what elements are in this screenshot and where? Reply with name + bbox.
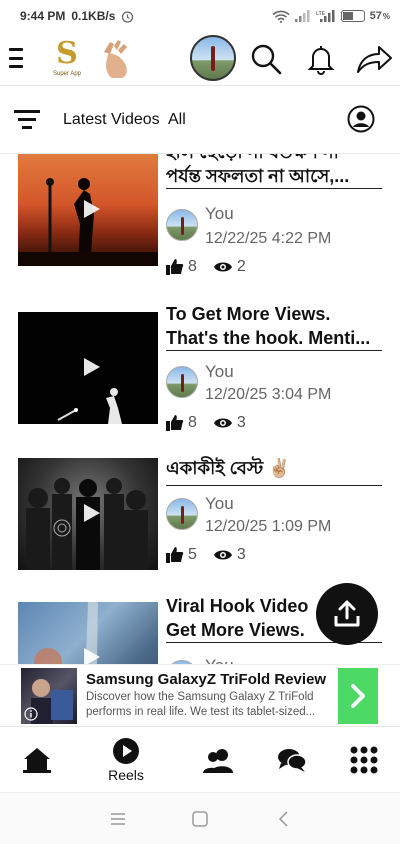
view-count: 2 <box>236 258 246 275</box>
nav-reels-label: Reels <box>108 767 144 783</box>
battery-level: 57 <box>369 10 382 22</box>
eye-icon <box>213 262 232 272</box>
bottom-navigation: Reels <box>0 726 400 792</box>
profile-avatar[interactable] <box>190 35 236 81</box>
back-icon[interactable] <box>274 809 294 829</box>
video-stats: 8 3 <box>166 414 262 432</box>
view-count: 3 <box>236 546 246 563</box>
nav-reels[interactable]: Reels <box>100 727 152 793</box>
hamburger-icon[interactable] <box>9 48 23 68</box>
share-icon[interactable] <box>355 42 393 76</box>
play-icon <box>84 200 100 218</box>
recents-icon[interactable] <box>108 809 128 829</box>
battery-icon <box>340 10 365 22</box>
like-count: 5 <box>188 546 197 563</box>
upload-icon <box>334 600 360 627</box>
play-circle-icon <box>113 738 139 764</box>
search-icon[interactable] <box>249 42 283 76</box>
hand-icon[interactable] <box>94 38 134 80</box>
apps-grid-icon <box>350 746 378 774</box>
upload-button[interactable] <box>316 583 378 645</box>
nav-friends[interactable] <box>198 727 238 793</box>
thumbs-up-icon[interactable] <box>166 414 184 432</box>
video-title[interactable]: একাকীই বেস্ট ✌🏼 <box>166 456 382 486</box>
video-title[interactable]: হাল ছেড়ো না যতক্ষণ না পর্যন্ত সফলতা না … <box>166 154 382 189</box>
post-date: 12/22/25 4:22 PM <box>205 230 332 247</box>
people-icon <box>203 749 233 773</box>
author-avatar[interactable] <box>166 498 198 530</box>
video-thumbnail[interactable] <box>18 154 158 266</box>
author-name: You <box>205 362 234 381</box>
like-count: 8 <box>188 414 197 431</box>
thumbs-up-icon[interactable] <box>166 258 184 276</box>
view-count: 3 <box>236 414 246 431</box>
home-icon <box>23 748 51 773</box>
video-thumbnail[interactable] <box>18 312 158 424</box>
author-avatar[interactable] <box>166 366 198 398</box>
video-thumbnail[interactable] <box>18 458 158 570</box>
ad-image[interactable] <box>21 668 77 724</box>
all-tab[interactable]: All <box>168 111 186 129</box>
post-date: 12/20/25 3:04 PM <box>205 386 332 403</box>
like-count: 8 <box>188 258 197 275</box>
chevron-right-icon <box>351 684 365 708</box>
filter-icon[interactable] <box>14 110 40 130</box>
wifi-icon <box>272 10 290 23</box>
app-header: S Super App <box>0 32 400 86</box>
chat-icon <box>278 749 307 772</box>
thumbs-up-icon[interactable] <box>166 546 184 564</box>
eye-icon <box>213 550 232 560</box>
signal-icon <box>294 10 310 22</box>
status-bar: 9:44 PM 0.1KB/s LTE 57% <box>0 0 400 32</box>
app-logo[interactable]: S Super App <box>48 38 86 80</box>
video-title[interactable]: To Get More Views. That's the hook. Ment… <box>166 302 382 351</box>
post-date: 12/20/25 1:09 PM <box>205 518 332 535</box>
nav-home[interactable] <box>16 727 58 793</box>
lte-signal-icon: LTE <box>316 10 335 22</box>
home-button-icon[interactable] <box>190 809 210 829</box>
ad-info-icon[interactable] <box>24 707 38 721</box>
logo-letter: S <box>56 36 78 71</box>
bell-icon[interactable] <box>304 42 338 76</box>
latest-videos-tab[interactable]: Latest Videos <box>63 111 160 129</box>
play-icon <box>84 358 100 376</box>
video-stats: 8 2 <box>166 258 262 276</box>
status-time: 9:44 PM <box>20 9 66 23</box>
network-speed: 0.1KB/s <box>71 9 116 23</box>
author-name: You <box>205 204 234 223</box>
ad-open-button[interactable] <box>338 668 378 724</box>
eye-icon <box>213 418 232 428</box>
system-navigation-bar <box>0 792 400 844</box>
user-icon[interactable] <box>347 105 375 133</box>
author-avatar[interactable] <box>166 209 198 241</box>
filter-bar: Latest Videos All <box>0 86 400 154</box>
author-name: You <box>205 494 234 513</box>
video-stats: 5 3 <box>166 546 262 564</box>
logo-text: Super App <box>52 71 82 77</box>
ad-description: Discover how the Samsung Galaxy Z TriFol… <box>86 691 316 718</box>
ad-banner[interactable]: Samsung GalaxyZ TriFold Review Discover … <box>0 664 400 726</box>
nav-messages[interactable] <box>272 727 312 793</box>
play-icon <box>84 504 100 522</box>
battery-unit: % <box>382 11 390 21</box>
ad-title[interactable]: Samsung GalaxyZ TriFold Review <box>86 671 326 688</box>
alarm-icon <box>122 10 134 23</box>
nav-menu[interactable] <box>344 727 384 793</box>
